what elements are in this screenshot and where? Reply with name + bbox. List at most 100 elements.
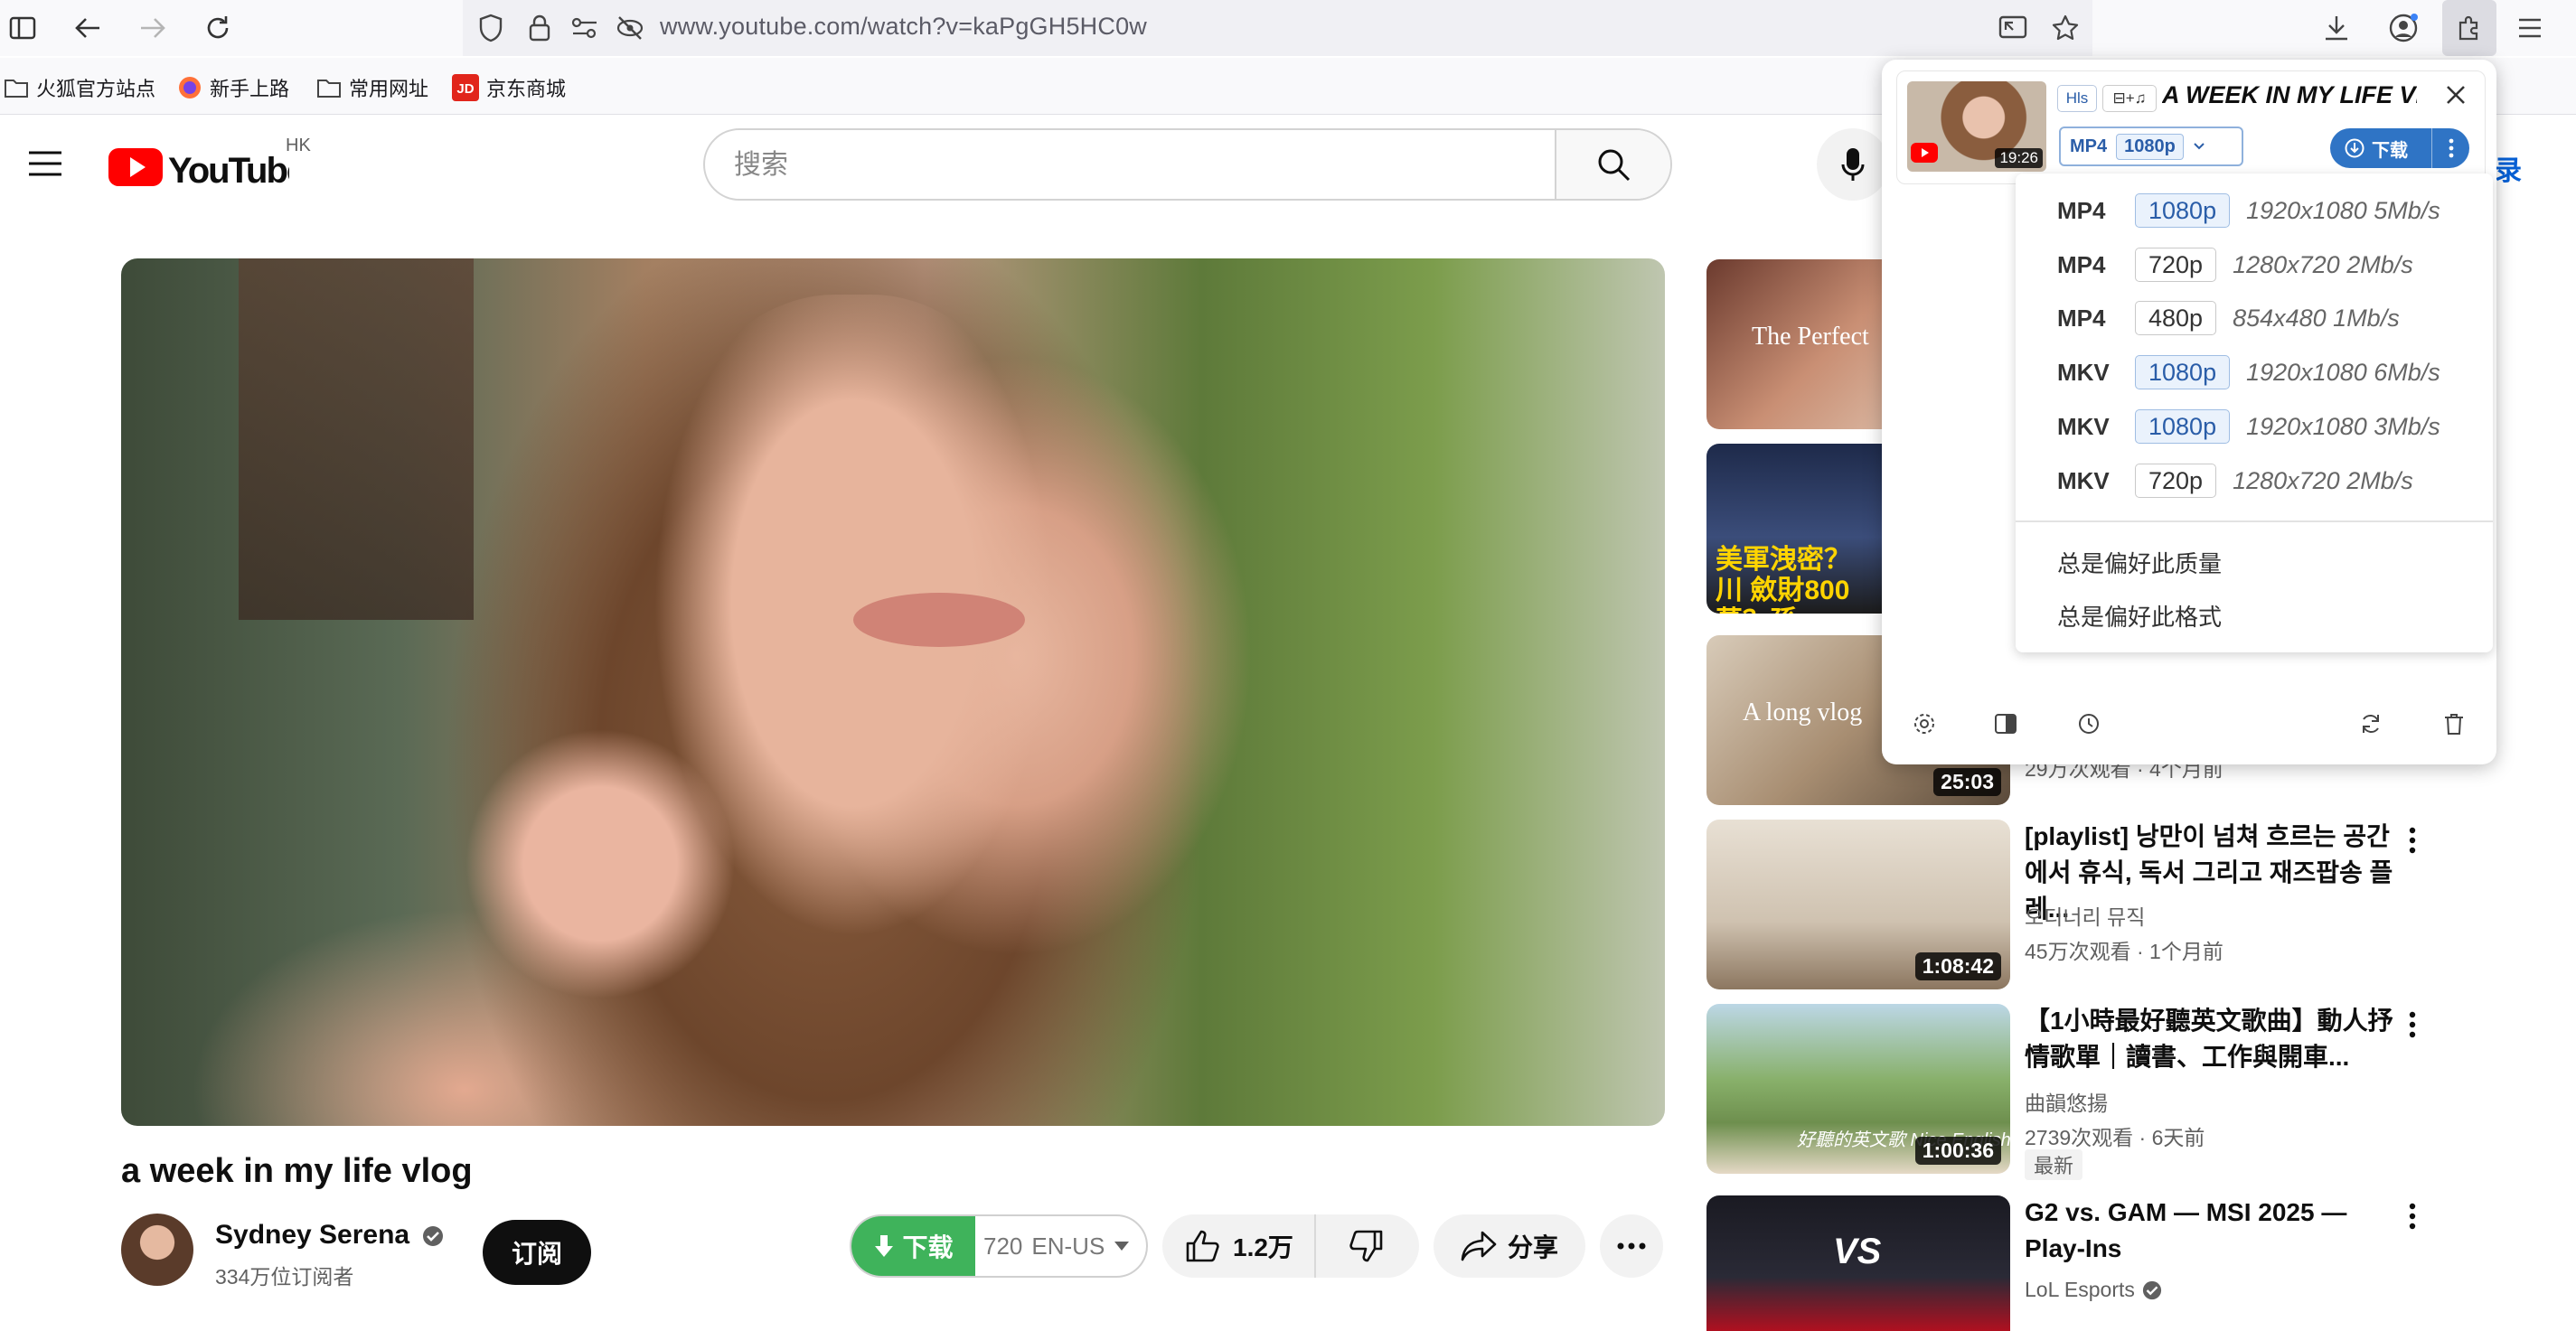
reload-icon[interactable] bbox=[202, 13, 233, 43]
extension-download-menu[interactable] bbox=[2431, 128, 2469, 168]
download-button[interactable]: 下载 bbox=[851, 1216, 975, 1276]
firefox-logo-icon bbox=[177, 75, 202, 100]
person-hand bbox=[465, 728, 736, 999]
puzzle-icon[interactable] bbox=[2454, 13, 2485, 43]
format-option[interactable]: MKV 1080p 1920x1080 6Mb/s bbox=[2057, 346, 2440, 398]
extension-download-button[interactable]: 下载 bbox=[2330, 128, 2469, 168]
bookmark-getting-started[interactable]: 新手上路 bbox=[177, 72, 289, 103]
channel-avatar[interactable] bbox=[121, 1214, 193, 1286]
svg-text:YouTube: YouTube bbox=[168, 151, 289, 190]
person-lips bbox=[853, 593, 1025, 647]
bookmark-jd[interactable]: JD 京东商城 bbox=[452, 72, 566, 103]
format-option[interactable]: MKV 1080p 1920x1080 3Mb/s bbox=[2057, 400, 2440, 453]
building-background bbox=[239, 258, 474, 620]
sign-in-partial[interactable]: 录 bbox=[2495, 148, 2522, 188]
url-text[interactable]: www.youtube.com/watch?v=kaPgGH5HC0w bbox=[660, 13, 1147, 41]
search-box[interactable] bbox=[703, 128, 1672, 201]
format-option[interactable]: MKV 720p 1280x720 2Mb/s bbox=[2057, 455, 2413, 507]
downloads-icon[interactable] bbox=[2321, 13, 2352, 43]
thumbs-up-icon bbox=[1186, 1230, 1220, 1262]
menu-divider bbox=[2016, 520, 2493, 522]
more-vertical-icon[interactable] bbox=[2399, 1198, 2426, 1234]
share-button[interactable]: 分享 bbox=[1434, 1214, 1585, 1278]
option-quality: 1080p bbox=[2135, 409, 2231, 444]
bookmark-star-icon[interactable] bbox=[2050, 13, 2081, 43]
forward-icon[interactable] bbox=[137, 13, 168, 43]
duration-badge: 1:00:36 bbox=[1914, 1137, 2001, 1165]
prefer-quality-option[interactable]: 总是偏好此质量 bbox=[2057, 546, 2222, 579]
format-select[interactable]: MP4 1080p bbox=[2059, 127, 2243, 166]
region-label: HK bbox=[286, 136, 311, 155]
bookmark-label: 新手上路 bbox=[210, 78, 290, 100]
menu-icon[interactable] bbox=[2515, 13, 2545, 43]
back-icon[interactable] bbox=[72, 13, 103, 43]
tracking-protection-icon[interactable] bbox=[615, 13, 645, 43]
folder-icon bbox=[316, 77, 342, 98]
microphone-icon bbox=[1841, 146, 1865, 183]
bookmark-label: 京东商城 bbox=[486, 78, 567, 100]
option-format: MP4 bbox=[2057, 250, 2106, 278]
option-quality: 720p bbox=[2135, 248, 2217, 282]
voice-search-button[interactable] bbox=[1817, 128, 1889, 201]
more-actions-button[interactable] bbox=[1600, 1214, 1663, 1278]
trash-icon[interactable] bbox=[2440, 710, 2468, 737]
recommendation-thumbnail[interactable]: VS bbox=[1706, 1195, 2010, 1331]
format-option[interactable]: MP4 480p 854x480 1Mb/s bbox=[2057, 292, 2400, 344]
more-vertical-icon[interactable] bbox=[2399, 1007, 2426, 1043]
option-format: MP4 bbox=[2057, 196, 2106, 224]
sidebar-toggle-icon[interactable] bbox=[7, 13, 38, 43]
search-button[interactable] bbox=[1555, 130, 1670, 199]
thumbs-down-icon bbox=[1349, 1230, 1383, 1262]
channel-text: LoL Esports bbox=[2025, 1278, 2135, 1301]
shield-icon[interactable] bbox=[475, 13, 506, 43]
recommendation-thumbnail[interactable]: 1:08:42 bbox=[1706, 820, 2010, 989]
recommendation-stats: 45万次观看 · 1个月前 bbox=[2025, 940, 2223, 963]
recommendation-title[interactable]: G2 vs. GAM — MSI 2025 — Play-Ins bbox=[2025, 1195, 2404, 1267]
recommendation-stats: 2739次观看 · 6天前 bbox=[2025, 1126, 2205, 1149]
svg-text:JD: JD bbox=[456, 81, 474, 97]
bookmark-common-sites[interactable]: 常用网址 bbox=[316, 72, 428, 103]
recommendation-title[interactable]: 【1小時最好聽英文歌曲】動人抒情歌單｜讀書、工作與開車... bbox=[2025, 1003, 2404, 1075]
guide-menu-icon[interactable] bbox=[27, 150, 63, 177]
option-quality: 480p bbox=[2135, 301, 2217, 335]
bookmark-label: 常用网址 bbox=[349, 78, 429, 100]
thumbnail-overlay-text: The Perfect bbox=[1752, 323, 1869, 351]
recommendation-channel[interactable]: LoL Esports bbox=[2025, 1278, 2162, 1302]
bookmark-firefox-official[interactable]: 火狐官方站点 bbox=[4, 72, 155, 103]
download-arrow-icon bbox=[873, 1233, 895, 1259]
extension-download-main[interactable]: 下载 bbox=[2330, 136, 2431, 162]
thumbnail-overlay-text: A long vlog bbox=[1743, 698, 1863, 726]
thumbnail-overlay-text: 美軍洩密？川 斂財800萬？孫 bbox=[1716, 545, 1851, 614]
subscribe-button[interactable]: 订阅 bbox=[483, 1220, 591, 1285]
account-icon[interactable] bbox=[2388, 13, 2419, 43]
dislike-button[interactable] bbox=[1316, 1214, 1415, 1278]
sidebar-panel-icon[interactable] bbox=[1992, 710, 2019, 737]
permissions-icon[interactable] bbox=[569, 13, 600, 43]
lock-icon[interactable] bbox=[524, 13, 555, 43]
bookmark-label: 火狐官方站点 bbox=[36, 78, 156, 100]
video-title: a week in my life vlog bbox=[121, 1152, 473, 1190]
refresh-icon[interactable] bbox=[2357, 710, 2384, 737]
format-option[interactable]: MP4 1080p 1920x1080 5Mb/s bbox=[2057, 184, 2440, 237]
recommendation-channel[interactable]: 曲韻悠揚 bbox=[2025, 1086, 2108, 1117]
download-quality-select[interactable]: 720 EN-US bbox=[983, 1216, 1130, 1276]
more-vertical-icon[interactable] bbox=[2399, 822, 2426, 858]
picture-in-picture-icon[interactable] bbox=[1998, 13, 2028, 43]
youtube-logo[interactable]: YouTube bbox=[108, 143, 289, 190]
search-input[interactable] bbox=[732, 130, 1441, 199]
settings-icon[interactable] bbox=[1911, 710, 1938, 737]
video-player[interactable] bbox=[121, 258, 1665, 1126]
close-icon[interactable] bbox=[2444, 83, 2468, 107]
prefer-format-option[interactable]: 总是偏好此格式 bbox=[2057, 599, 2222, 633]
thumbnail-overlay-text: VS bbox=[1833, 1232, 1882, 1271]
language-value: EN-US bbox=[1031, 1232, 1105, 1260]
recommendation-channel[interactable]: 오디너리 뮤직 bbox=[2025, 900, 2145, 931]
option-format: MP4 bbox=[2057, 304, 2106, 332]
channel-name[interactable]: Sydney Serena bbox=[215, 1220, 444, 1251]
format-option[interactable]: MP4 720p 1280x720 2Mb/s bbox=[2057, 239, 2413, 291]
option-detail: 1920x1080 5Mb/s bbox=[2246, 196, 2440, 224]
option-format: MKV bbox=[2057, 466, 2110, 494]
history-icon[interactable] bbox=[2075, 710, 2102, 737]
like-button[interactable]: 1.2万 bbox=[1162, 1214, 1316, 1278]
recommendation-thumbnail[interactable]: 好聽的英文歌 Nice English son 1:00:36 bbox=[1706, 1004, 2010, 1174]
